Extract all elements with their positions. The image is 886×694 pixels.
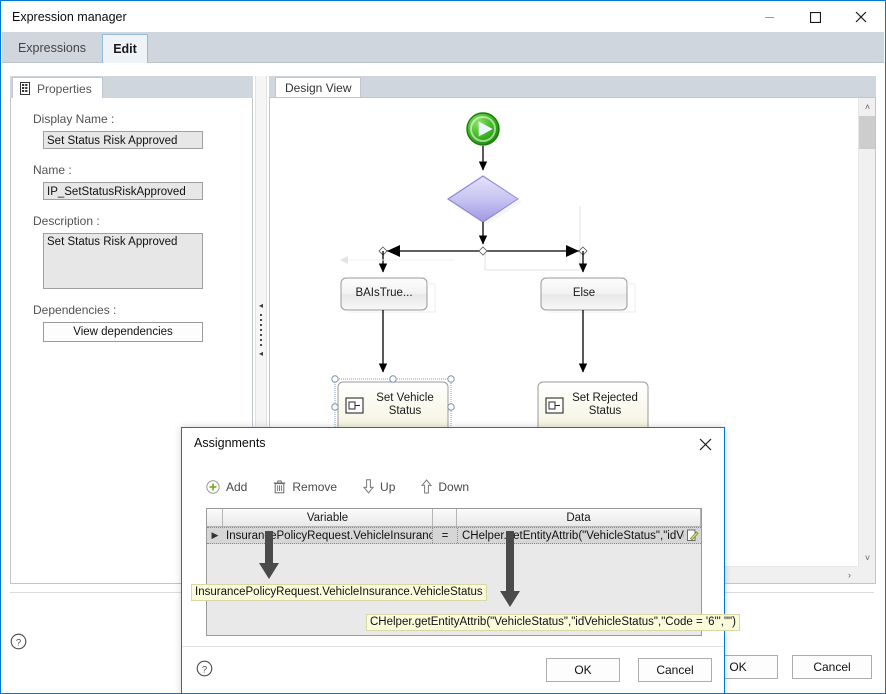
row-variable-cell[interactable]: InsurancePolicyRequest.VehicleInsuranc [223, 528, 433, 543]
scroll-up-icon[interactable]: ˄ [859, 98, 875, 115]
variable-tooltip: InsurancePolicyRequest.VehicleInsurance.… [191, 584, 487, 601]
window-controls [746, 2, 884, 32]
up-button[interactable]: Up [363, 479, 395, 494]
splitter-grip [260, 314, 262, 346]
trash-icon [273, 480, 286, 494]
window-title: Expression manager [12, 10, 127, 24]
row-edit-button[interactable] [684, 528, 701, 543]
arrow-down-outline-icon [363, 479, 375, 494]
close-icon [855, 11, 867, 23]
display-name-label: Display Name : [33, 112, 115, 126]
design-tabrow: Design View [269, 76, 876, 98]
name-input[interactable]: IP_SetStatusRiskApproved [43, 182, 203, 200]
properties-tabrow: Properties [10, 76, 253, 99]
display-name-input[interactable]: Set Status Risk Approved [43, 131, 203, 149]
svg-text:?: ? [202, 664, 207, 675]
assignments-toolbar: Add Remove Up Down [206, 479, 495, 494]
description-textarea[interactable]: Set Status Risk Approved [43, 233, 203, 289]
remove-button[interactable]: Remove [273, 480, 337, 494]
assignments-title: Assignments [194, 436, 266, 450]
up-button-label: Up [380, 479, 396, 494]
data-tooltip: CHelper.getEntityAttrib("VehicleStatus",… [366, 614, 740, 631]
assignments-dialog: Assignments Add Remove Up Down Variable … [181, 427, 740, 694]
down-button[interactable]: Down [421, 479, 469, 494]
scroll-down-icon[interactable]: ˅ [859, 549, 875, 566]
tab-expressions[interactable]: Expressions [7, 34, 97, 63]
description-label: Description : [33, 214, 100, 228]
maximize-icon [809, 11, 821, 23]
vertical-scroll-thumb[interactable] [859, 116, 875, 149]
design-vertical-scrollbar[interactable]: ˄ ˅ [858, 98, 875, 566]
row-indicator-icon: ▶ [211, 530, 219, 540]
properties-grid-icon [19, 82, 32, 95]
splitter-collapse-left-icon[interactable]: ◂ [259, 302, 263, 310]
name-label: Name : [33, 163, 72, 177]
table-row[interactable]: ▶ InsurancePolicyRequest.VehicleInsuranc… [207, 527, 701, 544]
dependencies-label: Dependencies : [33, 303, 117, 317]
tab-edit[interactable]: Edit [102, 34, 148, 64]
add-circle-icon [206, 479, 220, 494]
splitter-collapse-left-icon-2[interactable]: ◂ [259, 350, 263, 358]
add-button[interactable]: Add [206, 480, 247, 494]
add-button-label: Add [226, 479, 248, 494]
assignments-footer-separator [182, 646, 724, 647]
view-dependencies-button[interactable]: View dependencies [43, 322, 203, 342]
svg-text:?: ? [16, 637, 21, 648]
grid-header-row: Variable Data [207, 509, 701, 527]
edit-pencil-icon [687, 529, 699, 541]
scrollbar-corner [858, 566, 875, 583]
grid-col-data[interactable]: Data [457, 509, 701, 526]
close-icon [699, 438, 711, 450]
data-tooltip-pointer-arrow [500, 531, 520, 607]
assignments-cancel-button[interactable]: Cancel [638, 658, 712, 682]
title-bar: Expression manager [2, 2, 884, 32]
down-button-label: Down [438, 479, 470, 494]
arrow-up-outline-icon [421, 479, 433, 494]
grid-col-operator [433, 509, 457, 526]
close-button[interactable] [838, 2, 884, 32]
grid-col-variable[interactable]: Variable [223, 509, 433, 526]
minimize-button[interactable] [746, 2, 792, 32]
tab-design-view[interactable]: Design View [275, 77, 362, 98]
variable-tooltip-pointer-arrow [259, 531, 279, 579]
tab-properties[interactable]: Properties [12, 77, 103, 99]
grid-col-indicator [207, 509, 223, 526]
remove-button-label: Remove [292, 479, 338, 494]
assignments-close-button[interactable] [690, 432, 720, 456]
assignments-help-icon[interactable]: ? [196, 660, 213, 677]
main-tabstrip: Expressions Edit [2, 32, 884, 64]
main-cancel-button[interactable]: Cancel [792, 655, 872, 679]
scroll-right-icon[interactable]: › [841, 567, 858, 583]
assignments-ok-button[interactable]: OK [546, 658, 620, 682]
row-operator-cell: = [441, 529, 449, 542]
properties-tab-label: Properties [37, 81, 92, 96]
minimize-icon [764, 16, 774, 18]
row-data-cell[interactable]: CHelper.getEntityAttrib("VehicleStatus",… [457, 528, 684, 543]
maximize-button[interactable] [792, 2, 838, 32]
help-icon[interactable]: ? [10, 633, 27, 650]
